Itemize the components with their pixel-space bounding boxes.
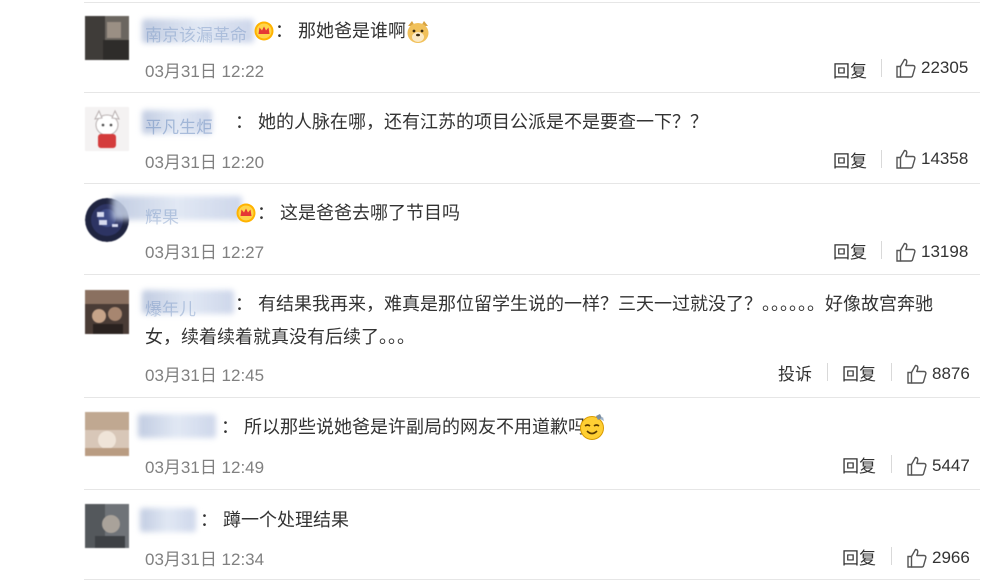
comment-text: 这是爸爸去哪了节目吗 — [280, 203, 461, 223]
thumbs-up-icon — [907, 364, 927, 384]
comment-divider — [84, 579, 980, 580]
sweat-smile-emoji — [580, 414, 604, 440]
thumbs-up-icon — [896, 242, 916, 262]
like-button[interactable]: 13198 — [895, 240, 975, 264]
username[interactable]: 辉果 — [145, 203, 179, 228]
reply-button[interactable]: 回复 — [842, 360, 876, 385]
crown-vip-icon — [254, 21, 274, 41]
action-separator — [881, 59, 882, 77]
comment-time: 03月31日 12:49 — [145, 458, 265, 477]
comment-time: 03月31日 12:34 — [145, 550, 265, 569]
comment-time: 03月31日 12:20 — [145, 153, 265, 172]
comment-text-line-2: 女，续着续着就真没有后续了。。。 — [145, 327, 415, 347]
colon: ： — [257, 203, 275, 223]
colon: ： — [221, 417, 239, 437]
comment-divider — [84, 2, 980, 3]
like-count: 2966 — [932, 548, 970, 567]
colon: ： — [200, 510, 218, 530]
thumbs-up-icon — [896, 149, 916, 169]
avatar[interactable] — [85, 107, 129, 151]
avatar[interactable] — [85, 16, 129, 60]
username-blur — [140, 508, 196, 532]
action-separator — [881, 241, 882, 259]
avatar[interactable] — [85, 412, 129, 456]
reply-button[interactable]: 回复 — [842, 544, 876, 569]
action-separator — [881, 150, 882, 168]
like-count: 8876 — [932, 364, 970, 383]
comment-divider — [84, 274, 980, 275]
avatar[interactable] — [85, 504, 129, 548]
colon: ： — [235, 294, 253, 314]
action-separator — [891, 455, 892, 473]
action-separator — [891, 547, 892, 565]
reply-button[interactable]: 回复 — [833, 238, 867, 263]
comment-time: 03月31日 12:45 — [145, 366, 265, 385]
comment-list: 南京该漏革命 ： 那她爸是谁啊 03月31日 12:22 回复 22305 平凡… — [0, 0, 1000, 582]
like-button[interactable]: 8876 — [906, 362, 976, 386]
comment-divider — [84, 489, 980, 490]
like-button[interactable]: 22305 — [895, 56, 975, 80]
colon: ： — [275, 21, 293, 41]
comment-divider — [84, 397, 980, 398]
username[interactable]: 南京该漏革命 — [145, 21, 247, 46]
reply-button[interactable]: 回复 — [842, 452, 876, 477]
avatar[interactable] — [85, 290, 129, 334]
crown-vip-icon — [236, 203, 256, 223]
like-button[interactable]: 2966 — [906, 546, 976, 570]
report-button[interactable]: 投诉 — [778, 360, 812, 385]
comment-time: 03月31日 12:27 — [145, 243, 265, 262]
like-count: 14358 — [921, 149, 969, 168]
like-count: 5447 — [932, 456, 970, 475]
like-count: 22305 — [921, 58, 969, 77]
action-separator — [891, 363, 892, 381]
comment-text: 那她爸是谁啊 — [298, 21, 407, 41]
colon: ： — [235, 112, 253, 132]
comment-divider — [84, 92, 980, 93]
comment-text: 蹲一个处理结果 — [223, 510, 350, 530]
thumbs-up-icon — [907, 456, 927, 476]
username[interactable]: 爆年儿 — [145, 295, 196, 320]
comment-text-line-1: 有结果我再来，难真是那位留学生说的一样？三天一过就没了？。。。。。。好像故宫奔驰 — [258, 294, 934, 314]
like-button[interactable]: 5447 — [906, 454, 976, 478]
username-blur — [138, 414, 216, 438]
like-button[interactable]: 14358 — [895, 147, 975, 171]
thumbs-up-icon — [907, 548, 927, 568]
thumbs-up-icon — [896, 58, 916, 78]
username[interactable]: 平凡生炬 — [145, 113, 213, 138]
comment-time: 03月31日 12:22 — [145, 62, 265, 81]
reply-button[interactable]: 回复 — [833, 57, 867, 82]
like-count: 13198 — [921, 242, 969, 261]
action-separator — [827, 363, 828, 381]
doge-emoji — [407, 21, 429, 43]
comment-divider — [84, 183, 980, 184]
comment-text: 所以那些说她爸是许副局的网友不用道歉吗 — [244, 417, 587, 437]
reply-button[interactable]: 回复 — [833, 147, 867, 172]
comment-text: 她的人脉在哪，还有江苏的项目公派是不是要查一下？？ — [258, 112, 709, 132]
